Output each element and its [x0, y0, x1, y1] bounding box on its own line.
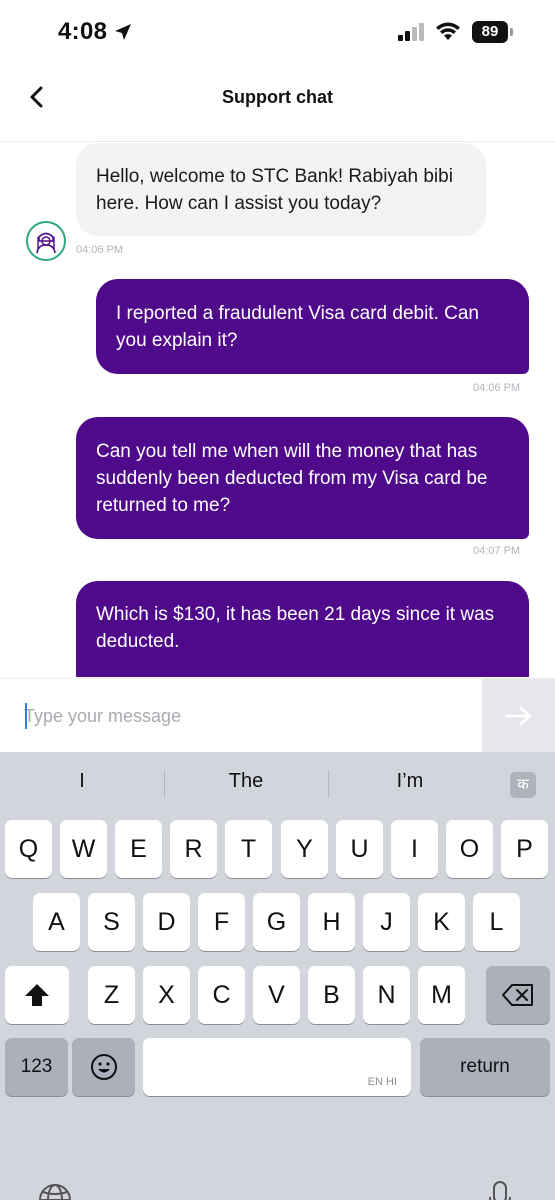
key-g[interactable]: G — [253, 893, 300, 951]
suggestion-item[interactable]: I — [40, 770, 124, 793]
key-j[interactable]: J — [363, 893, 410, 951]
message-input[interactable] — [24, 701, 464, 731]
suggestion-item[interactable]: The — [196, 770, 296, 793]
emoji-icon — [90, 1054, 117, 1080]
message-text: I reported a fraudulent Visa card debit.… — [116, 302, 479, 351]
suggestion-bar: I The I’m क — [0, 752, 555, 816]
key-q[interactable]: Q — [5, 820, 52, 878]
key-n[interactable]: N — [363, 966, 410, 1024]
delete-key[interactable] — [486, 966, 550, 1024]
agent-avatar — [26, 221, 66, 261]
key-m[interactable]: M — [418, 966, 465, 1024]
status-time: 4:08 — [58, 18, 108, 45]
suggestion-item[interactable]: I’m — [360, 770, 460, 793]
chat-header: Support chat — [0, 64, 555, 142]
key-o[interactable]: O — [446, 820, 493, 878]
key-b[interactable]: B — [308, 966, 355, 1024]
emoji-key[interactable] — [72, 1038, 135, 1096]
message-timestamp: 04:06 PM — [76, 244, 124, 256]
key-f[interactable]: F — [198, 893, 245, 951]
battery-tip — [510, 28, 513, 36]
key-h[interactable]: H — [308, 893, 355, 951]
send-button[interactable] — [482, 679, 555, 753]
location-arrow-icon — [115, 24, 131, 40]
numbers-key[interactable]: 123 — [5, 1038, 68, 1096]
space-key[interactable]: EN HI — [143, 1038, 411, 1096]
message-text: Which is $130, it has been 21 days since… — [96, 604, 495, 652]
text-caret — [25, 703, 27, 729]
suggestion-divider — [328, 770, 329, 798]
key-w[interactable]: W — [60, 820, 107, 878]
key-l[interactable]: L — [473, 893, 520, 951]
wifi-icon — [436, 22, 460, 40]
hindi-suggestion-key[interactable]: क — [510, 772, 536, 798]
shift-icon — [25, 984, 49, 1006]
status-bar: 4:08 89 — [0, 0, 555, 64]
delete-icon — [502, 984, 533, 1006]
key-k[interactable]: K — [418, 893, 465, 951]
shift-key[interactable] — [5, 966, 69, 1024]
agent-message: Hello, welcome to STC Bank! Rabiyah bibi… — [76, 143, 486, 236]
user-message: Which is $130, it has been 21 days since… — [76, 581, 529, 677]
key-y[interactable]: Y — [281, 820, 328, 878]
composer — [0, 678, 555, 753]
message-list[interactable]: Hello, welcome to STC Bank! Rabiyah bibi… — [0, 143, 555, 678]
keyboard: I The I’m क Q W E R T Y U I O P A S D F … — [0, 752, 555, 1200]
send-arrow-icon — [505, 706, 531, 726]
message-text: Can you tell me when will the money that… — [96, 440, 488, 516]
user-message: I reported a fraudulent Visa card debit.… — [96, 279, 529, 374]
suggestion-divider — [164, 770, 165, 798]
message-timestamp: 04:07 PM — [473, 545, 521, 557]
key-t[interactable]: T — [225, 820, 272, 878]
key-p[interactable]: P — [501, 820, 548, 878]
message-timestamp: 04:06 PM — [473, 382, 521, 394]
page-title: Support chat — [222, 87, 333, 107]
message-text: Hello, welcome to STC Bank! Rabiyah bibi… — [96, 165, 453, 214]
key-s[interactable]: S — [88, 893, 135, 951]
key-e[interactable]: E — [115, 820, 162, 878]
key-a[interactable]: A — [33, 893, 80, 951]
key-c[interactable]: C — [198, 966, 245, 1024]
cellular-signal-icon — [398, 23, 424, 41]
microphone-icon[interactable] — [487, 1180, 513, 1200]
battery-indicator: 89 — [472, 21, 508, 43]
key-u[interactable]: U — [336, 820, 383, 878]
key-r[interactable]: R — [170, 820, 217, 878]
key-x[interactable]: X — [143, 966, 190, 1024]
globe-icon[interactable] — [37, 1182, 73, 1200]
key-z[interactable]: Z — [88, 966, 135, 1024]
key-i[interactable]: I — [391, 820, 438, 878]
user-message: Can you tell me when will the money that… — [76, 417, 529, 539]
key-d[interactable]: D — [143, 893, 190, 951]
key-v[interactable]: V — [253, 966, 300, 1024]
return-key[interactable]: return — [420, 1038, 550, 1096]
agent-avatar-icon — [36, 232, 56, 254]
space-language-label: EN HI — [367, 1076, 397, 1088]
